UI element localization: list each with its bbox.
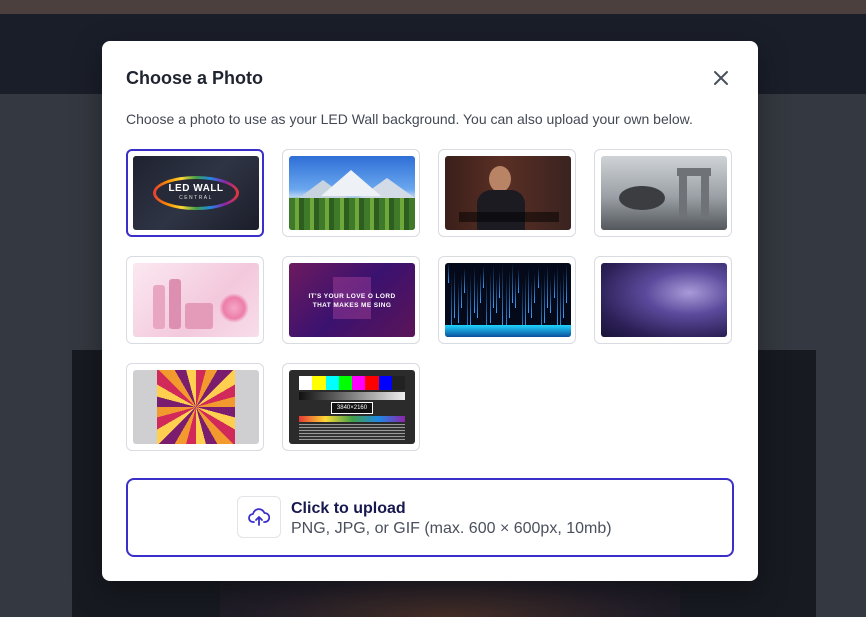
rain-streak bbox=[553, 272, 555, 298]
rain-streak bbox=[544, 273, 545, 323]
rain-streak bbox=[537, 267, 539, 288]
rain-streak bbox=[489, 272, 491, 323]
rain-streak bbox=[470, 274, 472, 328]
rain-streak bbox=[566, 264, 568, 303]
photo-thumbnail: IT'S YOUR LOVE O LORD THAT MAKES ME SING bbox=[289, 263, 415, 337]
photo-option-singer-on-stage[interactable] bbox=[438, 149, 576, 237]
rain-streak bbox=[448, 263, 449, 283]
logo-subtext: CENTRAL bbox=[179, 195, 213, 201]
resolution-label: 3840×2160 bbox=[331, 402, 373, 414]
photo-thumbnail bbox=[445, 263, 571, 337]
upload-cloud-icon bbox=[248, 508, 270, 526]
photo-thumbnail bbox=[289, 156, 415, 230]
photo-thumbnail bbox=[601, 263, 727, 337]
rain-streak bbox=[473, 267, 475, 313]
photo-thumbnail bbox=[445, 156, 571, 230]
rain-streak bbox=[528, 268, 529, 313]
photo-option-worship-lyrics[interactable]: IT'S YOUR LOVE O LORD THAT MAKES ME SING bbox=[282, 256, 420, 344]
rain-streak bbox=[483, 266, 485, 288]
photo-option-blue-digital-rain[interactable] bbox=[438, 256, 576, 344]
rain-streak bbox=[534, 274, 536, 303]
modal-description: Choose a photo to use as your LED Wall b… bbox=[126, 111, 693, 127]
rain-streak bbox=[524, 275, 526, 328]
upload-subtitle: PNG, JPG, or GIF (max. 600 × 600px, 10mb… bbox=[291, 520, 612, 537]
rain-streak bbox=[502, 264, 504, 328]
rain-streak bbox=[499, 271, 501, 298]
rain-streak bbox=[457, 282, 459, 323]
close-button[interactable] bbox=[710, 67, 732, 89]
logo-text: LED WALL bbox=[168, 183, 224, 194]
upload-dropzone[interactable]: Click to upload PNG, JPG, or GIF (max. 6… bbox=[126, 478, 734, 557]
photo-thumbnail: 3840×2160 bbox=[289, 370, 415, 444]
rain-streak bbox=[550, 279, 552, 313]
upload-icon-box bbox=[237, 496, 281, 538]
rain-streak bbox=[518, 269, 520, 293]
upload-title: Click to upload bbox=[291, 500, 406, 517]
close-icon bbox=[714, 71, 728, 85]
modal-title: Choose a Photo bbox=[126, 68, 264, 88]
photo-thumbnail: LED WALL CENTRAL bbox=[133, 156, 259, 230]
lyric-line: IT'S YOUR LOVE O LORD bbox=[308, 293, 396, 300]
rain-streak bbox=[496, 278, 497, 313]
rain-streak bbox=[492, 265, 494, 308]
lyric-line: THAT MAKES ME SING bbox=[312, 302, 392, 309]
photo-thumbnail bbox=[133, 263, 259, 337]
photo-option-led-wall-central[interactable]: LED WALL CENTRAL bbox=[126, 149, 264, 237]
rain-streak bbox=[515, 276, 517, 308]
rain-streak bbox=[556, 265, 558, 328]
photo-option-purple-grunge[interactable] bbox=[594, 256, 732, 344]
photo-thumbnail bbox=[601, 156, 727, 230]
rain-streak bbox=[460, 275, 462, 308]
rain-streak bbox=[454, 269, 456, 318]
rain-streak bbox=[508, 270, 510, 318]
rain-streak bbox=[512, 263, 513, 303]
photo-option-ancient-ruins[interactable] bbox=[594, 149, 732, 237]
photo-option-test-pattern[interactable]: 3840×2160 bbox=[282, 363, 420, 451]
rain-streak bbox=[563, 271, 565, 318]
rain-streak bbox=[547, 266, 549, 308]
rain-glow-floor bbox=[445, 325, 571, 337]
rain-streak bbox=[476, 280, 478, 318]
photo-option-cosmetics-brand[interactable] bbox=[126, 256, 264, 344]
photo-option-mountain-landscape[interactable] bbox=[282, 149, 420, 237]
rain-streak bbox=[480, 273, 481, 303]
photo-thumbnail bbox=[133, 370, 259, 444]
rain-streak bbox=[531, 281, 533, 318]
photo-option-kaleidoscope[interactable] bbox=[126, 363, 264, 451]
choose-photo-modal: Choose a Photo Choose a photo to use as … bbox=[102, 41, 758, 581]
rain-streak bbox=[464, 268, 465, 293]
